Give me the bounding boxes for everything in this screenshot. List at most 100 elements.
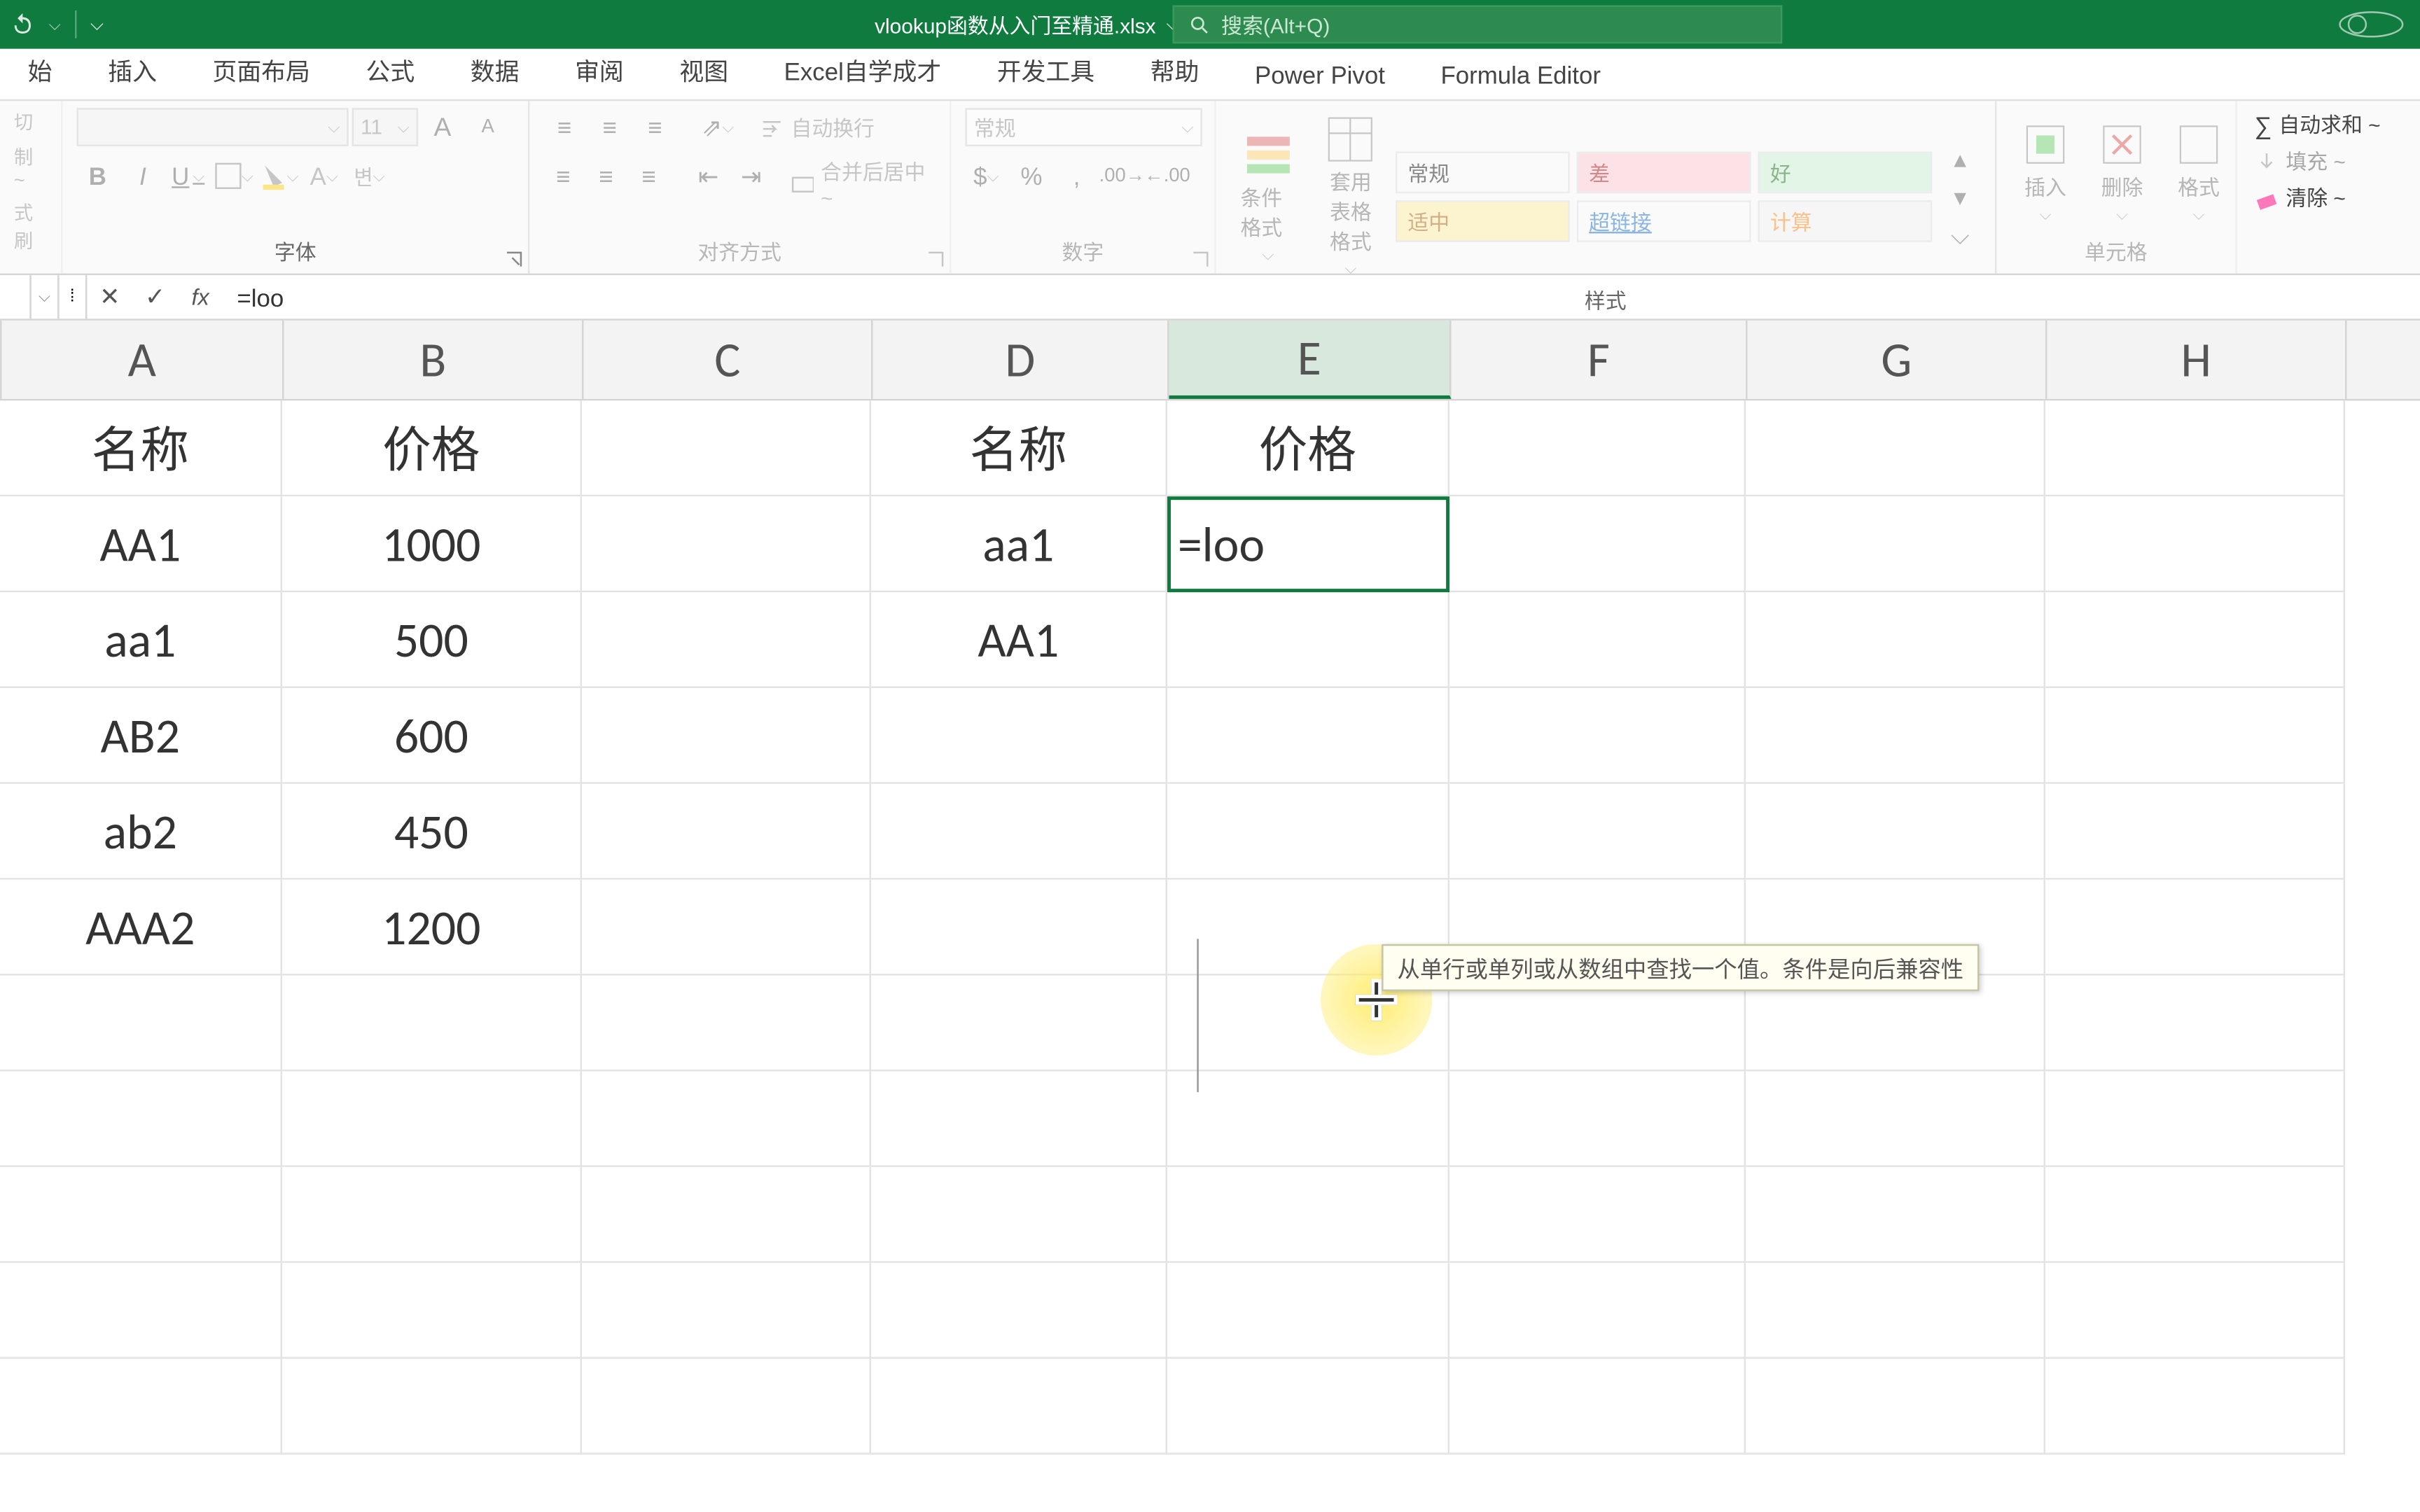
cell-D6[interactable] [871, 880, 1167, 976]
cell-F9[interactable] [1449, 1167, 1746, 1263]
cell-D1[interactable]: 名称 [871, 400, 1167, 496]
align-middle-button[interactable]: ≡ [589, 108, 631, 146]
qat-dropdown-icon[interactable]: ⌵ [49, 15, 61, 34]
cell-E8[interactable] [1167, 1071, 1449, 1167]
conditional-format-button[interactable]: 条件格式 ⌵ [1230, 122, 1306, 271]
tab-formula-editor[interactable]: Formula Editor [1413, 50, 1629, 99]
cell-B3[interactable]: 500 [282, 592, 582, 688]
cell-B11[interactable] [282, 1359, 582, 1455]
format-cells-button[interactable]: 格式⌵ [2164, 113, 2234, 232]
underline-button[interactable]: U⌵ [167, 157, 209, 195]
col-header-c[interactable]: C [584, 321, 873, 399]
col-header-d[interactable]: D [873, 321, 1169, 399]
cell-F2[interactable] [1449, 496, 1746, 592]
cell-D10[interactable] [871, 1263, 1167, 1359]
cell-D9[interactable] [871, 1167, 1167, 1263]
cell-F11[interactable] [1449, 1359, 1746, 1455]
cell-C8[interactable] [582, 1071, 871, 1167]
font-dialog-icon[interactable] [503, 249, 524, 270]
cell-G10[interactable] [1746, 1263, 2045, 1359]
cell-C1[interactable] [582, 400, 871, 496]
col-header-g[interactable]: G [1748, 321, 2047, 399]
cell-C3[interactable] [582, 592, 871, 688]
cell-H2[interactable] [2045, 496, 2345, 592]
enter-formula-button[interactable]: ✓ [132, 275, 178, 318]
cell-B9[interactable] [282, 1167, 582, 1263]
cell-E1[interactable]: 价格 [1167, 400, 1449, 496]
align-center-button[interactable]: ≡ [586, 157, 625, 195]
autosum-button[interactable]: ∑ 自动求和 ~ [2251, 108, 2398, 141]
font-color-button[interactable]: A⌵ [303, 157, 345, 195]
increase-decimal-button[interactable]: .00→ [1101, 157, 1143, 195]
cell-H9[interactable] [2045, 1167, 2345, 1263]
cell-G8[interactable] [1746, 1071, 2045, 1167]
ribbon-mode-icon[interactable] [2337, 10, 2407, 38]
align-left-button[interactable]: ≡ [543, 157, 583, 195]
font-name-combo[interactable]: ⌵ [76, 108, 348, 146]
cell-E3[interactable] [1167, 592, 1449, 688]
cell-G9[interactable] [1746, 1167, 2045, 1263]
cell-F4[interactable] [1449, 688, 1746, 784]
col-header-h[interactable]: H [2047, 321, 2347, 399]
align-right-button[interactable]: ≡ [630, 157, 669, 195]
cell-D7[interactable] [871, 976, 1167, 1072]
cell-B2[interactable]: 1000 [282, 496, 582, 592]
cell-H10[interactable] [2045, 1263, 2345, 1359]
cell-A2[interactable]: AA1 [0, 496, 282, 592]
tab-help[interactable]: 帮助 [1122, 43, 1227, 99]
cell-A10[interactable] [0, 1263, 282, 1359]
tab-dev[interactable]: 开发工具 [969, 43, 1122, 99]
cell-G3[interactable] [1746, 592, 2045, 688]
cell-E4[interactable] [1167, 688, 1449, 784]
col-header-f[interactable]: F [1452, 321, 1748, 399]
style-neutral[interactable]: 适中 [1396, 200, 1570, 242]
cell-C11[interactable] [582, 1359, 871, 1455]
italic-button[interactable]: I [122, 157, 164, 195]
copy-button[interactable]: 制 ~ [14, 143, 47, 192]
align-bottom-button[interactable]: ≡ [634, 108, 676, 146]
cell-styles-gallery[interactable]: 常规 差 好 适中 超链接 计算 [1396, 151, 1932, 241]
style-calc[interactable]: 计算 [1758, 200, 1933, 242]
cell-A6[interactable]: AAA2 [0, 880, 282, 976]
clear-button[interactable]: 清除 ~ [2251, 181, 2398, 214]
cell-C2[interactable] [582, 496, 871, 592]
tab-formulas[interactable]: 公式 [338, 43, 443, 99]
tab-layout[interactable]: 页面布局 [185, 43, 338, 99]
cell-G11[interactable] [1746, 1359, 2045, 1455]
phonetic-button[interactable]: 변⌵ [349, 157, 391, 195]
percent-button[interactable]: % [1010, 157, 1052, 195]
cell-E2[interactable]: =loo [1167, 496, 1449, 592]
decrease-decimal-button[interactable]: ←.00 [1146, 157, 1188, 195]
cell-B7[interactable] [282, 976, 582, 1072]
cell-C6[interactable] [582, 880, 871, 976]
cell-H5[interactable] [2045, 784, 2345, 880]
cell-H7[interactable] [2045, 976, 2345, 1072]
insert-function-button[interactable]: fx [178, 275, 223, 318]
indent-increase-button[interactable]: ⇥ [732, 157, 771, 195]
delete-cells-button[interactable]: 删除⌵ [2087, 113, 2157, 232]
col-header-e[interactable]: E [1169, 321, 1452, 399]
style-good[interactable]: 好 [1758, 151, 1933, 193]
gallery-up-icon[interactable]: ▴ [1939, 139, 1981, 178]
cell-B1[interactable]: 价格 [282, 400, 582, 496]
tab-custom[interactable]: Excel自学成才 [756, 43, 969, 99]
insert-cells-button[interactable]: 插入⌵ [2010, 113, 2080, 232]
currency-button[interactable]: $⌵ [965, 157, 1007, 195]
cell-H11[interactable] [2045, 1359, 2345, 1455]
cell-F1[interactable] [1449, 400, 1746, 496]
cell-B8[interactable] [282, 1071, 582, 1167]
cell-D2[interactable]: aa1 [871, 496, 1167, 592]
undo-icon[interactable] [11, 12, 35, 36]
wrap-text-button[interactable]: 自动换行 [760, 108, 875, 146]
cell-A5[interactable]: ab2 [0, 784, 282, 880]
align-dialog-icon[interactable] [925, 249, 946, 270]
cell-B4[interactable]: 600 [282, 688, 582, 784]
cell-G2[interactable] [1746, 496, 2045, 592]
cell-E10[interactable] [1167, 1263, 1449, 1359]
cell-D5[interactable] [871, 784, 1167, 880]
name-box[interactable] [0, 275, 32, 318]
cell-E5[interactable] [1167, 784, 1449, 880]
grow-font-button[interactable]: A [422, 108, 464, 146]
spreadsheet-grid[interactable]: A B C D E F G H 名称价格名称价格AA11000aa1=looaa… [0, 321, 2420, 1455]
tab-data[interactable]: 数据 [443, 43, 547, 99]
